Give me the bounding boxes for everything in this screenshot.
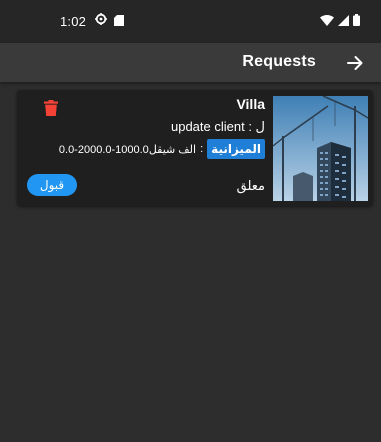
page-title: Requests: [242, 53, 316, 70]
status-bar: 1:02: [0, 0, 381, 43]
budget-row: 0.0-2000.0-1000.0الف شيقل : الميزانية: [59, 139, 265, 159]
gear-icon: [95, 13, 107, 25]
requests-list: Villa ل : update client 0.0-2000.0-1000.…: [0, 82, 381, 442]
status-label: معلق: [236, 178, 265, 193]
signal-icon: [338, 14, 349, 26]
request-title: Villa: [236, 96, 265, 112]
budget-separator: :: [200, 143, 204, 155]
accept-button[interactable]: قبول: [27, 174, 77, 196]
arrow-right-icon[interactable]: [345, 53, 365, 73]
request-card[interactable]: Villa ل : update client 0.0-2000.0-1000.…: [17, 90, 373, 206]
app-bar: Requests: [0, 43, 381, 82]
budget-label: الميزانية: [207, 139, 265, 159]
request-thumbnail: [273, 96, 368, 201]
sd-card-icon: [114, 15, 124, 26]
client-line: ل : update client: [170, 119, 265, 134]
wifi-icon: [320, 14, 334, 26]
status-icons: [320, 14, 360, 26]
construction-image: [273, 96, 368, 201]
battery-icon: [353, 14, 360, 26]
budget-value: 0.0-2000.0-1000.0الف شيقل: [58, 143, 197, 156]
trash-icon[interactable]: [44, 100, 58, 116]
status-time: 1:02: [60, 14, 87, 29]
